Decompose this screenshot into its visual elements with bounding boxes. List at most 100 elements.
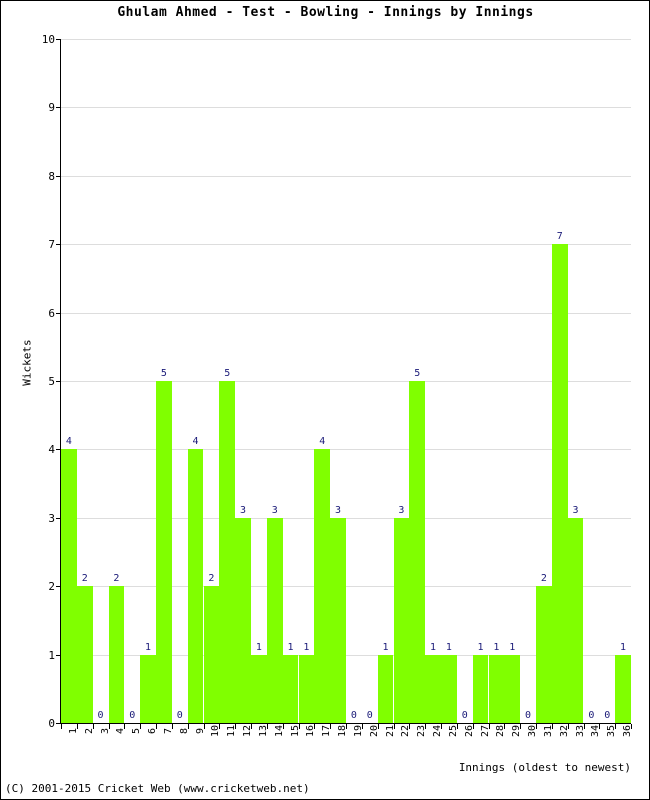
x-tick-label: 17 [321, 724, 333, 738]
bar-value-label: 4 [65, 436, 72, 448]
bar-slot[interactable]: 4 [314, 39, 331, 723]
bar-value-label: 3 [335, 504, 342, 516]
bar[interactable] [235, 517, 251, 723]
bar[interactable] [187, 449, 204, 723]
x-tick-label: 33 [574, 724, 586, 738]
bar[interactable] [219, 381, 236, 723]
x-tick-label: 21 [384, 724, 396, 738]
y-tick-label: 7 [48, 238, 55, 252]
bar-slot[interactable]: 2 [536, 39, 552, 723]
bar[interactable] [488, 654, 505, 723]
bar-value-label: 0 [129, 710, 136, 721]
x-tick-label: 4 [115, 727, 127, 735]
bar[interactable] [251, 654, 267, 723]
chart-title: Ghulam Ahmed - Test - Bowling - Innings … [117, 5, 534, 20]
bar-slot[interactable]: 2 [76, 39, 93, 723]
bar-slot[interactable]: 1 [615, 39, 631, 723]
x-tick-label: 36 [622, 724, 634, 738]
bar[interactable] [504, 654, 521, 723]
bar[interactable] [314, 449, 331, 723]
bar-slot[interactable]: 7 [551, 39, 568, 723]
bar-slot[interactable]: 2 [108, 39, 125, 723]
x-tick-label: 14 [273, 724, 285, 738]
bar-slot[interactable]: 0 [93, 39, 109, 723]
bar-slot[interactable]: 0 [520, 39, 536, 723]
bar-value-label: 1 [255, 641, 262, 653]
bar[interactable] [76, 586, 93, 723]
x-tick-label: 35 [606, 724, 618, 738]
bar-slot[interactable]: 0 [346, 39, 362, 723]
bar[interactable] [615, 654, 631, 723]
x-tick-label: 34 [590, 724, 602, 738]
bar-value-label: 0 [176, 710, 183, 721]
bar-slot[interactable]: 3 [567, 39, 584, 723]
bar[interactable] [567, 517, 584, 723]
bar-series: 420201504253131143001351101110273001 [61, 39, 631, 723]
bar-slot[interactable]: 1 [140, 39, 156, 723]
bar-value-label: 7 [556, 231, 563, 243]
bar[interactable] [108, 586, 125, 723]
bar-value-label: 4 [192, 436, 199, 448]
bar-value-label: 4 [319, 436, 326, 448]
bar[interactable] [393, 517, 410, 723]
x-tick-label: 8 [178, 727, 190, 735]
x-tick-label: 3 [99, 727, 111, 735]
bar-slot[interactable]: 2 [203, 39, 220, 723]
bar-slot[interactable]: 1 [488, 39, 505, 723]
bar[interactable] [140, 654, 156, 723]
bar-value-label: 0 [588, 710, 595, 721]
bar[interactable] [203, 586, 220, 723]
y-tick-label: 10 [41, 33, 55, 46]
bar-slot[interactable]: 0 [584, 39, 600, 723]
bar-value-label: 2 [113, 573, 120, 585]
bar-slot[interactable]: 0 [172, 39, 188, 723]
bar-slot[interactable]: 1 [425, 39, 441, 723]
bar[interactable] [61, 449, 77, 723]
bar-value-label: 1 [620, 641, 627, 653]
bar-slot[interactable]: 3 [235, 39, 251, 723]
bar-slot[interactable]: 5 [156, 39, 172, 723]
bar-slot[interactable]: 1 [298, 39, 315, 723]
x-tick-label: 29 [511, 724, 523, 738]
bar-value-label: 0 [350, 710, 357, 721]
bar-slot[interactable]: 1 [441, 39, 457, 723]
x-tick-label: 12 [242, 724, 254, 738]
y-tick-label: 4 [48, 443, 55, 457]
bar-slot[interactable]: 4 [61, 39, 77, 723]
bar[interactable] [282, 654, 299, 723]
bar-slot[interactable]: 1 [251, 39, 267, 723]
chart-page: Ghulam Ahmed - Test - Bowling - Innings … [0, 0, 650, 800]
x-tick-label: 18 [337, 724, 349, 738]
bar-value-label: 1 [430, 641, 437, 653]
bar[interactable] [409, 381, 426, 723]
bar[interactable] [266, 517, 283, 723]
bar-slot[interactable]: 0 [457, 39, 473, 723]
bar[interactable] [472, 654, 489, 723]
bar-slot[interactable]: 1 [282, 39, 299, 723]
bar[interactable] [425, 654, 441, 723]
bar-slot[interactable]: 1 [377, 39, 394, 723]
bar-slot[interactable]: 1 [504, 39, 521, 723]
bar-slot[interactable]: 3 [330, 39, 346, 723]
x-tick-label: 11 [226, 724, 238, 738]
bar-value-label: 1 [382, 641, 389, 653]
bar[interactable] [441, 654, 457, 723]
bar-slot[interactable]: 5 [409, 39, 426, 723]
bar-slot[interactable]: 3 [393, 39, 410, 723]
bar[interactable] [536, 586, 552, 723]
x-tick-label: 31 [542, 724, 554, 738]
bar[interactable] [330, 517, 346, 723]
bar[interactable] [298, 654, 315, 723]
bar-slot[interactable]: 1 [472, 39, 489, 723]
bar[interactable] [551, 244, 568, 723]
bar[interactable] [377, 654, 394, 723]
bar[interactable] [156, 381, 172, 723]
bar-slot[interactable]: 5 [219, 39, 236, 723]
bar-slot[interactable]: 3 [266, 39, 283, 723]
bar-value-label: 2 [81, 573, 88, 585]
y-tick-label: 0 [48, 717, 55, 730]
bar-slot[interactable]: 0 [599, 39, 615, 723]
bar-slot[interactable]: 0 [362, 39, 378, 723]
bar-slot[interactable]: 0 [124, 39, 140, 723]
bar-slot[interactable]: 4 [187, 39, 204, 723]
